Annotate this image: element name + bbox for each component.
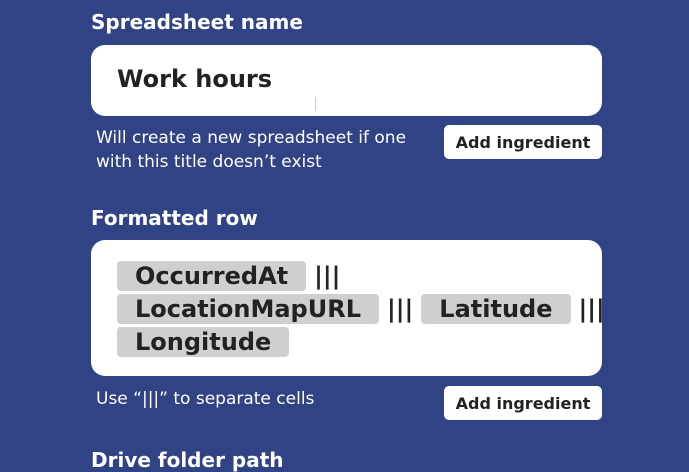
formatted-row-label: Formatted row — [91, 206, 258, 230]
formatted-row-line: OccurredAt ||| — [117, 261, 348, 291]
spreadsheet-name-helper-text: Will create a new spreadsheet if one wit… — [96, 128, 407, 172]
spreadsheet-name-label: Spreadsheet name — [91, 10, 303, 34]
cell-separator: ||| — [578, 295, 605, 323]
ingredient-token-latitude[interactable]: Latitude — [421, 294, 571, 324]
formatted-row-add-ingredient-button[interactable]: Add ingredient — [444, 386, 602, 420]
formatted-row-helper-text: Use “|||” to separate cells — [96, 389, 315, 409]
text-cursor — [315, 97, 316, 111]
spreadsheet-name-field[interactable]: Work hours — [91, 45, 602, 116]
formatted-row-line: Longitude — [117, 327, 290, 357]
cell-separator: ||| — [314, 262, 341, 290]
ingredient-token-longitude[interactable]: Longitude — [117, 327, 290, 357]
drive-folder-path-label: Drive folder path — [91, 448, 284, 472]
ingredient-token-locationmapurl[interactable]: LocationMapURL — [117, 294, 379, 324]
formatted-row-line: LocationMapURL ||| Latitude ||| — [117, 294, 613, 324]
spreadsheet-add-ingredient-button[interactable]: Add ingredient — [444, 125, 602, 159]
spreadsheet-name-value[interactable]: Work hours — [117, 67, 272, 91]
cell-separator: ||| — [387, 295, 414, 323]
ingredient-token-occurredat[interactable]: OccurredAt — [117, 261, 307, 291]
